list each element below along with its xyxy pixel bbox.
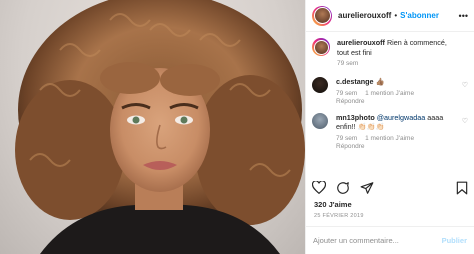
comment-username[interactable]: mn13photo: [336, 113, 375, 122]
follow-button[interactable]: S'abonner: [400, 11, 439, 20]
comment-meta: 79 sem 1 mention J'aime Répondre: [336, 90, 420, 105]
comment-input[interactable]: [313, 236, 442, 245]
bookmark-icon[interactable]: [456, 181, 468, 200]
avatar[interactable]: [312, 5, 332, 26]
heart-icon[interactable]: [311, 180, 327, 199]
avatar[interactable]: [312, 77, 328, 93]
add-comment-bar: Publier: [306, 226, 474, 254]
post-sidebar: aurelierouxoff • S'abonner ••• aureliero…: [305, 0, 474, 254]
list-item: mn13photo @aurelgwadaa aaaa enfin!! 👏🏻👏🏻…: [312, 112, 468, 150]
comment-likes[interactable]: 1 mention J'aime: [365, 135, 414, 142]
share-icon[interactable]: [360, 181, 374, 200]
caption-username[interactable]: aurelierouxoff: [337, 38, 385, 47]
avatar[interactable]: [312, 112, 328, 129]
reply-button[interactable]: Répondre: [336, 98, 414, 105]
reply-button[interactable]: Répondre: [336, 143, 462, 150]
heart-icon[interactable]: ♡: [462, 81, 468, 89]
comment-time[interactable]: 79 sem: [336, 135, 357, 142]
portrait-image: [15, 0, 305, 254]
comment-icon[interactable]: [336, 181, 350, 200]
more-horizontal-icon[interactable]: •••: [459, 11, 468, 21]
comment-meta: 79 sem 1 mention J'aime Répondre: [336, 135, 468, 150]
header-username[interactable]: aurelierouxoff: [338, 11, 391, 20]
comment-mention[interactable]: @aurelgwadaa: [377, 113, 425, 122]
comment-text: mn13photo @aurelgwadaa aaaa enfin!! 👏🏻👏🏻…: [336, 113, 468, 132]
list-item: c.destange 👍🏽 79 sem 1 mention J'aime Ré…: [312, 77, 468, 105]
caption-time[interactable]: 79 sem: [337, 60, 358, 67]
comment-likes[interactable]: 1 mention J'aime: [365, 90, 414, 97]
avatar[interactable]: [312, 38, 330, 56]
heart-icon[interactable]: ♡: [462, 117, 468, 125]
publish-button[interactable]: Publier: [442, 236, 467, 245]
instagram-post: aurelierouxoff • S'abonner ••• aureliero…: [0, 0, 474, 254]
header-separator: •: [394, 11, 398, 20]
likes-count[interactable]: 320 J'aime: [314, 200, 352, 209]
comments-list: aurelierouxoff Rien à commencé, tout est…: [312, 38, 468, 150]
post-actions: [311, 180, 468, 200]
post-date[interactable]: 25 FÉVRIER 2019: [314, 213, 364, 219]
caption-meta: 79 sem: [337, 60, 468, 67]
caption-row: aurelierouxoff Rien à commencé, tout est…: [312, 38, 468, 67]
comment-time[interactable]: 79 sem: [336, 90, 357, 97]
post-header: aurelierouxoff • S'abonner •••: [306, 0, 474, 32]
caption-text: aurelierouxoff Rien à commencé, tout est…: [337, 38, 468, 57]
post-photo[interactable]: [0, 0, 305, 254]
comment-username[interactable]: c.destange: [336, 77, 374, 86]
comment-text: c.destange 👍🏽: [336, 77, 420, 87]
comment-body: 👍🏽: [375, 77, 385, 86]
